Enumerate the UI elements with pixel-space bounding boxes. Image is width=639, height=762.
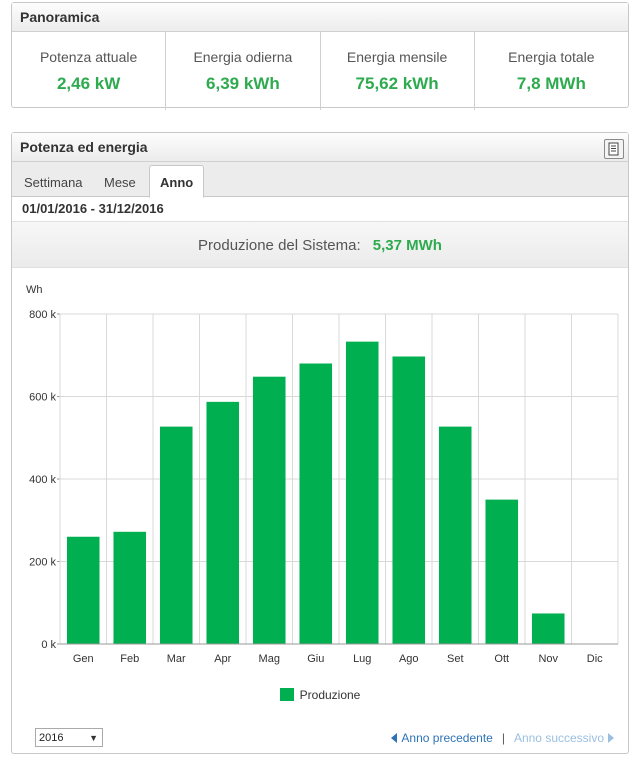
x-tick-label: Giu — [307, 653, 324, 665]
x-tick-label: Lug — [353, 653, 371, 665]
legend-label: Produzione — [299, 688, 361, 702]
x-tick-label: Apr — [214, 653, 231, 665]
bar-mar — [159, 426, 193, 644]
chevron-down-icon: ▼ — [89, 733, 98, 743]
x-tick-label: Ago — [399, 653, 419, 665]
x-tick-label: Ott — [494, 653, 509, 665]
y-tick-label: 0 k — [41, 639, 56, 651]
tab-mese[interactable]: Mese — [94, 170, 146, 196]
bar-feb — [113, 531, 147, 644]
x-tick-label: Mar — [167, 653, 186, 665]
y-tick-label: 400 k — [29, 474, 56, 486]
y-tick-label: 200 k — [29, 557, 56, 569]
chart-legend[interactable]: Produzione — [12, 688, 628, 702]
bar-mag — [252, 376, 286, 644]
stat-value: 7,8 MWh — [516, 74, 586, 93]
date-range: 01/01/2016 - 31/12/2016 — [12, 197, 628, 222]
x-tick-label: Dic — [587, 653, 603, 665]
energy-title: Potenza ed energia — [20, 139, 148, 155]
bar-lug — [345, 341, 379, 644]
x-tick-label: Feb — [120, 653, 139, 665]
legend-swatch — [279, 688, 294, 701]
link-separator: | — [501, 731, 505, 745]
y-tick-label: 800 k — [29, 309, 56, 321]
y-axis-label: Wh — [26, 284, 43, 296]
bar-ott — [485, 499, 519, 644]
year-select[interactable]: 2016 ▼ — [35, 728, 103, 747]
production-value: 5,37 MWh — [372, 237, 442, 254]
bar-giu — [299, 363, 333, 644]
next-year-label: Anno successivo — [513, 731, 604, 745]
y-tick-label: 600 k — [29, 392, 56, 404]
tab-settimana[interactable]: Settimana — [14, 170, 93, 196]
overview-title: Panoramica — [12, 3, 628, 32]
production-label: Produzione del Sistema: — [198, 237, 361, 254]
energy-header: Potenza ed energia — [12, 133, 628, 162]
stat-label: Potenza attuale — [39, 49, 138, 65]
year-navigation: Anno precedente | Anno successivo — [391, 731, 614, 745]
yearly-production-chart: 0 k 200 k 400 k 600 k 800 k Wh Gen Feb Mar Apr Mag… — [26, 284, 619, 665]
energy-panel: Potenza ed energia Settimana Mese Anno 0… — [11, 132, 629, 754]
chevron-left-icon — [391, 733, 398, 743]
stat-value: 6,39 kWh — [206, 74, 280, 93]
production-summary: Produzione del Sistema: 5,37 MWh — [12, 222, 628, 268]
stat-value: 2,46 kW — [56, 74, 121, 93]
next-year-link[interactable]: Anno successivo — [514, 731, 614, 745]
bar-set — [438, 426, 472, 644]
stat-monthly-energy: Energia mensile 75,62 kWh — [321, 32, 475, 110]
bar-apr — [206, 401, 240, 644]
export-document-icon[interactable] — [604, 139, 624, 159]
x-tick-label: Set — [447, 653, 464, 665]
stat-label: Energia totale — [508, 49, 595, 65]
bar-nov — [531, 613, 565, 644]
bar-gen — [66, 536, 100, 644]
stat-total-energy: Energia totale 7,8 MWh — [475, 32, 628, 110]
x-tick-label: Gen — [73, 653, 94, 665]
x-tick-label: Nov — [538, 653, 558, 665]
overview-panel: Panoramica Potenza attuale 2,46 kW Energ… — [11, 2, 629, 110]
prev-year-label: Anno precedente — [401, 731, 493, 745]
period-tabs: Settimana Mese Anno — [12, 162, 628, 198]
bar-ago — [392, 356, 426, 644]
overview-stats: Potenza attuale 2,46 kW Energia odierna … — [12, 32, 628, 110]
stat-current-power: Potenza attuale 2,46 kW — [12, 32, 167, 110]
tab-anno[interactable]: Anno — [149, 165, 205, 198]
year-select-value: 2016 — [39, 732, 64, 744]
x-tick-label: Mag — [259, 653, 280, 665]
stat-label: Energia mensile — [346, 49, 448, 65]
stat-value: 75,62 kWh — [355, 74, 439, 93]
chevron-right-icon — [608, 733, 614, 743]
prev-year-link[interactable]: Anno precedente — [391, 731, 493, 745]
stat-label: Energia odierna — [193, 49, 293, 65]
stat-daily-energy: Energia odierna 6,39 kWh — [166, 32, 321, 110]
